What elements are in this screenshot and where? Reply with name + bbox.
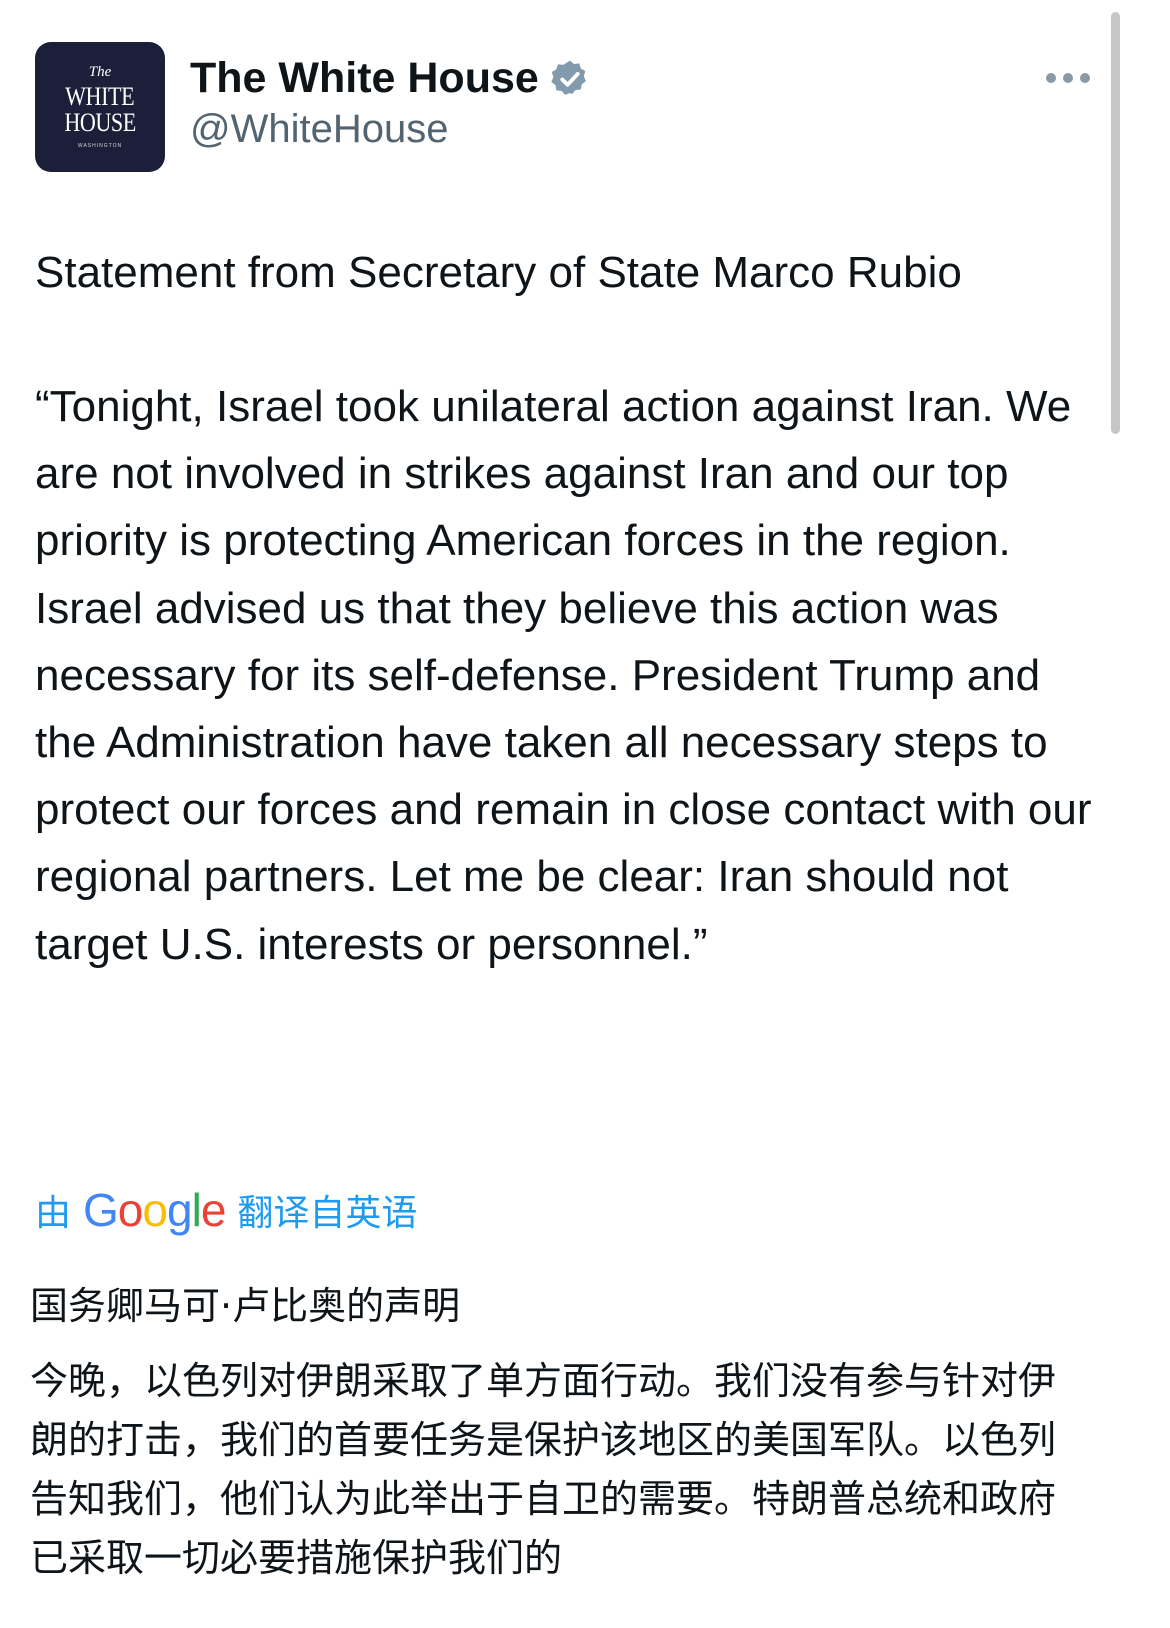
google-letter: o	[117, 1184, 144, 1236]
translation-suffix: 翻译自英语	[237, 1193, 418, 1234]
translated-body: 今晚，以色列对伊朗采取了单方面行动。我们没有参与针对伊朗的打击，我们的首要任务是…	[30, 1359, 1057, 1580]
avatar[interactable]: The WHITE HOUSE WASHINGTON	[35, 42, 165, 172]
display-name[interactable]: The White House	[190, 54, 591, 103]
google-letter: g	[166, 1184, 193, 1236]
google-letter: G	[83, 1184, 119, 1236]
avatar-text-washington: WASHINGTON	[77, 143, 123, 149]
display-name-text: The White House	[190, 54, 539, 102]
tweet-title: Statement from Secretary of State Marco …	[35, 248, 962, 297]
user-handle[interactable]: @WhiteHouse	[190, 107, 448, 152]
google-letter: o	[142, 1184, 168, 1236]
more-dot	[1080, 73, 1090, 83]
more-dot	[1063, 73, 1073, 83]
avatar-text-house: HOUSE	[64, 108, 136, 137]
google-letter: l	[191, 1184, 202, 1236]
translation-prefix: 由	[35, 1193, 72, 1234]
avatar-text-the: The	[88, 64, 112, 80]
tweet-body: “Tonight, Israel took unilateral action …	[35, 382, 1092, 969]
more-options-icon[interactable]	[1046, 70, 1090, 86]
translated-title: 国务卿马可·卢比奥的声明	[30, 1284, 461, 1328]
more-dot	[1046, 73, 1056, 83]
scrollbar-thumb[interactable]	[1111, 12, 1120, 434]
translation-attribution[interactable]: 由 Google 翻译自英语	[35, 1182, 417, 1238]
google-letter: e	[200, 1184, 227, 1236]
avatar-text-white: WHITE	[65, 82, 135, 111]
verified-badge-icon	[551, 60, 586, 95]
google-logo: Google	[83, 1183, 227, 1237]
